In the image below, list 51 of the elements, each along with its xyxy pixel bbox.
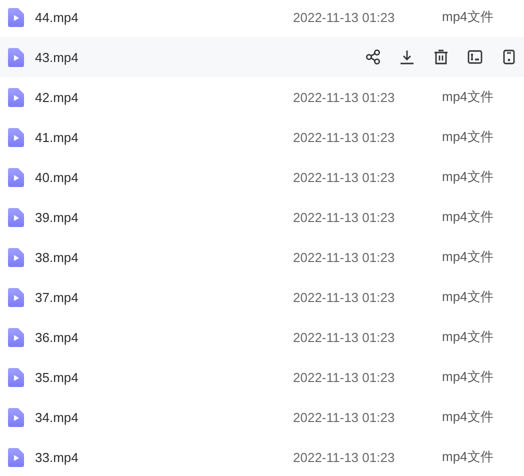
video-file-icon bbox=[8, 8, 24, 26]
file-name[interactable]: 41.mp4 bbox=[35, 130, 293, 144]
file-name[interactable]: 37.mp4 bbox=[35, 290, 293, 304]
modified-date: 2022-11-13 01:23 bbox=[293, 410, 396, 424]
share-icon[interactable] bbox=[365, 49, 381, 65]
video-file-icon bbox=[8, 128, 24, 146]
modified-date: 2022-11-13 01:23 bbox=[293, 370, 396, 384]
modified-date: 2022-11-13 01:23 bbox=[293, 450, 396, 464]
modified-date: 2022-11-13 01:23 bbox=[293, 170, 396, 184]
trash-icon[interactable] bbox=[433, 49, 449, 65]
video-file-icon bbox=[8, 208, 24, 226]
modified-date: 2022-11-13 01:23 bbox=[293, 210, 396, 224]
modified-date: 2022-11-13 01:23 bbox=[293, 130, 396, 144]
video-file-icon bbox=[8, 368, 24, 386]
modified-date: 2022-11-13 01:23 bbox=[293, 250, 396, 264]
file-type: mp4文件 bbox=[442, 328, 494, 346]
modified-date: 2022-11-13 01:23 bbox=[293, 90, 396, 104]
file-name[interactable]: 36.mp4 bbox=[35, 330, 293, 344]
device-icon[interactable] bbox=[501, 49, 517, 65]
file-row[interactable]: 43.mp4 bbox=[0, 37, 524, 77]
video-file-icon bbox=[8, 48, 24, 66]
file-type: mp4文件 bbox=[442, 88, 494, 106]
file-type: mp4文件 bbox=[442, 288, 494, 306]
file-type: mp4文件 bbox=[442, 448, 494, 466]
video-file-icon bbox=[8, 168, 24, 186]
video-file-icon bbox=[8, 448, 24, 466]
file-name[interactable]: 43.mp4 bbox=[35, 50, 293, 64]
file-name[interactable]: 38.mp4 bbox=[35, 250, 293, 264]
video-file-icon bbox=[8, 248, 24, 266]
file-name[interactable]: 44.mp4 bbox=[35, 10, 293, 24]
file-name[interactable]: 33.mp4 bbox=[35, 450, 293, 464]
modified-date: 2022-11-13 01:23 bbox=[293, 330, 396, 344]
download-icon[interactable] bbox=[399, 49, 415, 65]
file-type: mp4文件 bbox=[442, 8, 494, 26]
file-name[interactable]: 39.mp4 bbox=[35, 210, 293, 224]
file-type: mp4文件 bbox=[442, 408, 494, 426]
file-name[interactable]: 35.mp4 bbox=[35, 370, 293, 384]
file-name[interactable]: 40.mp4 bbox=[35, 170, 293, 184]
video-file-icon bbox=[8, 328, 24, 346]
file-type: mp4文件 bbox=[442, 208, 494, 226]
video-file-icon bbox=[8, 288, 24, 306]
file-type: mp4文件 bbox=[442, 248, 494, 266]
video-file-icon bbox=[8, 408, 24, 426]
file-type: mp4文件 bbox=[442, 368, 494, 386]
file-name[interactable]: 42.mp4 bbox=[35, 90, 293, 104]
file-type: mp4文件 bbox=[442, 128, 494, 146]
file-name[interactable]: 34.mp4 bbox=[35, 410, 293, 424]
modified-date: 2022-11-13 01:23 bbox=[293, 290, 396, 304]
video-file-icon bbox=[8, 88, 24, 106]
file-type: mp4文件 bbox=[442, 168, 494, 186]
modified-date: 2022-11-13 01:23 bbox=[293, 10, 396, 24]
